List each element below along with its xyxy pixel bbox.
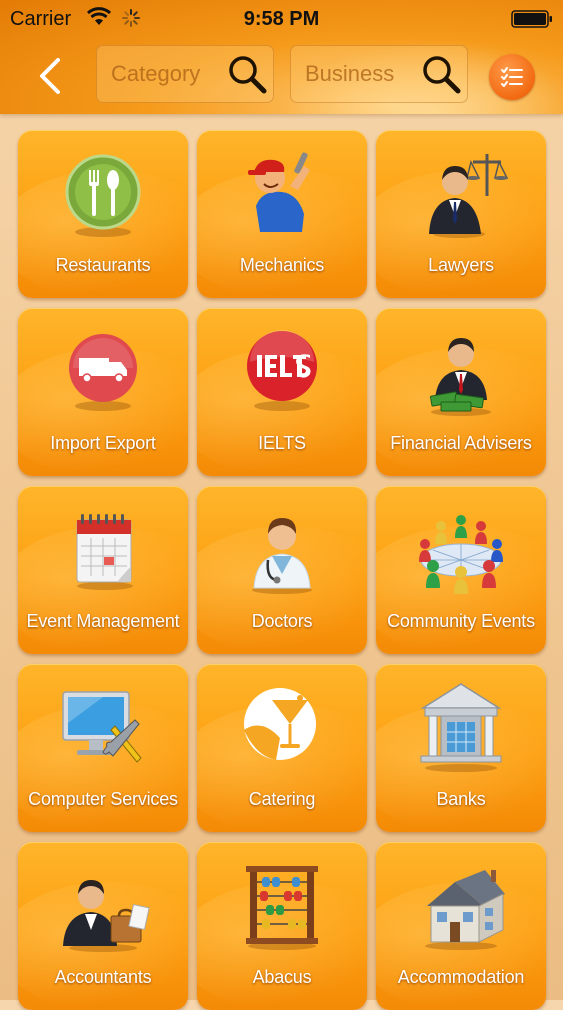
category-tile-import-export[interactable]: Import Export xyxy=(18,308,188,476)
category-tile-mechanics[interactable]: Mechanics xyxy=(197,130,367,298)
house-icon xyxy=(425,870,505,950)
restaurant-plate-icon xyxy=(65,154,141,237)
doctor-icon xyxy=(252,518,312,594)
checklist-menu-button[interactable] xyxy=(489,54,535,100)
category-label: Mechanics xyxy=(239,255,325,275)
category-label: Abacus xyxy=(252,967,312,987)
category-tile-ielts[interactable]: IELTS xyxy=(197,308,367,476)
category-label: Doctors xyxy=(251,611,313,631)
battery-icon xyxy=(511,10,552,28)
category-tile-event-management[interactable]: Event Management xyxy=(18,486,188,654)
category-label: Restaurants xyxy=(55,255,151,275)
nav-bar: Carrier 9:58 PM xyxy=(0,0,563,114)
business-search-input[interactable] xyxy=(303,56,425,92)
category-label: Accountants xyxy=(54,967,152,987)
category-tile-catering[interactable]: Catering xyxy=(197,664,367,832)
category-tile-accommodation[interactable]: Accommodation xyxy=(376,842,546,1010)
category-tile-accountants[interactable]: Accountants xyxy=(18,842,188,1010)
category-tile-lawyers[interactable]: Lawyers xyxy=(376,130,546,298)
checklist-icon xyxy=(501,67,523,87)
lawyer-scales-icon xyxy=(429,154,509,238)
business-search-box xyxy=(290,45,468,103)
ielts-badge-icon xyxy=(247,330,317,411)
back-chevron-icon[interactable] xyxy=(34,56,68,96)
calendar-icon xyxy=(76,514,133,590)
category-label: Banks xyxy=(436,789,486,809)
category-label: Lawyers xyxy=(428,255,494,275)
category-tile-doctors[interactable]: Doctors xyxy=(197,486,367,654)
category-label: IELTS xyxy=(258,433,306,453)
accountant-icon xyxy=(63,880,150,952)
search-icon[interactable] xyxy=(421,54,461,94)
status-bar: Carrier 9:58 PM xyxy=(0,0,563,38)
category-label: Community Events xyxy=(387,611,535,631)
category-tile-financial-advisers[interactable]: Financial Advisers xyxy=(376,308,546,476)
abacus-icon xyxy=(246,866,318,950)
cocktail-glass-icon xyxy=(244,688,316,760)
category-tile-computer-services[interactable]: Computer Services xyxy=(18,664,188,832)
category-label: Import Export xyxy=(50,433,156,453)
category-grid: Restaurants Mechanics Lawyers Import Exp… xyxy=(0,114,563,1010)
delivery-truck-icon xyxy=(69,334,137,411)
category-label: Financial Advisers xyxy=(390,433,532,453)
category-label: Computer Services xyxy=(28,789,178,809)
category-label: Accommodation xyxy=(397,967,525,987)
category-label: Catering xyxy=(248,789,316,809)
category-search-box xyxy=(96,45,274,103)
category-tile-abacus[interactable]: Abacus xyxy=(197,842,367,1010)
clock-time: 9:58 PM xyxy=(243,8,320,30)
financial-adviser-icon xyxy=(429,338,491,416)
category-tile-banks[interactable]: Banks xyxy=(376,664,546,832)
community-people-icon xyxy=(419,515,503,594)
mechanic-icon xyxy=(248,152,310,232)
bank-building-icon xyxy=(420,683,502,772)
computer-tools-icon xyxy=(62,691,142,763)
search-icon[interactable] xyxy=(227,54,267,94)
category-label: Event Management xyxy=(26,611,180,631)
category-search-input[interactable] xyxy=(109,56,231,92)
category-tile-community-events[interactable]: Community Events xyxy=(376,486,546,654)
category-tile-restaurants[interactable]: Restaurants xyxy=(18,130,188,298)
